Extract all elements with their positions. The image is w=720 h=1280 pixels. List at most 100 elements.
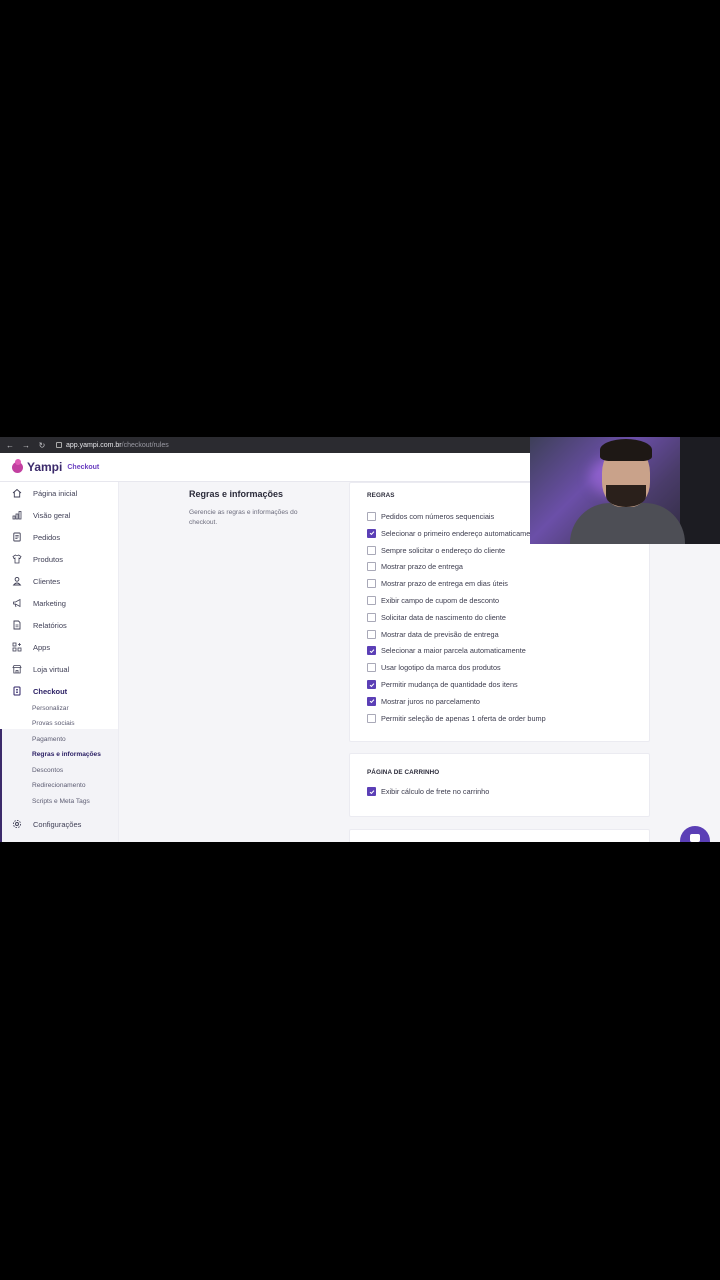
sidebar-item-label: Clientes bbox=[33, 576, 61, 586]
section-description: Gerencie as regras e informações do chec… bbox=[189, 509, 298, 526]
sidebar-item-produtos[interactable]: Produtos bbox=[0, 549, 118, 569]
checkbox-unchecked[interactable] bbox=[367, 629, 376, 639]
rule-checkbox-row[interactable]: Solicitar data de nascimento do cliente bbox=[367, 612, 506, 622]
sidebar-item-label: Checkout bbox=[33, 686, 68, 696]
sidebar: Página inicial Visão geral Pedidos Produ… bbox=[0, 482, 119, 842]
rule-checkbox-row[interactable]: Mostrar prazo de entrega em dias úteis bbox=[367, 579, 508, 589]
sidebar-item-label: Visão geral bbox=[33, 510, 71, 520]
checkbox-label: Mostrar prazo de entrega bbox=[381, 562, 463, 572]
sidebar-item-label: Produtos bbox=[33, 554, 64, 564]
checkbox-label: Pedidos com números sequenciais bbox=[381, 512, 495, 521]
chat-icon bbox=[690, 834, 700, 842]
checkbox-unchecked[interactable] bbox=[367, 545, 376, 555]
checkbox-label: Sempre solicitar o endereço do cliente bbox=[381, 545, 506, 555]
checkbox-checked[interactable] bbox=[367, 528, 376, 538]
sidebar-item-label: Relatórios bbox=[33, 620, 67, 630]
rule-checkbox-row[interactable]: Permitir mudança de quantidade dos itens bbox=[367, 680, 518, 689]
sidebar-item-relatorios[interactable]: Relatórios bbox=[0, 615, 118, 635]
lock-icon bbox=[56, 442, 62, 448]
rule-checkbox-row[interactable]: Mostrar prazo de entrega bbox=[367, 562, 463, 572]
checkbox-label: Mostrar prazo de entrega em dias úteis bbox=[381, 579, 508, 589]
sidebar-item-pedidos[interactable]: Pedidos bbox=[0, 527, 118, 547]
sidebar-item-label: Marketing bbox=[33, 598, 66, 608]
address-bar[interactable]: app.yampi.com.br/checkout/rules bbox=[56, 442, 169, 449]
sidebar-subitem-regras-e-informacoes[interactable]: Regras e informações bbox=[32, 751, 101, 758]
reload-icon[interactable]: ↻ bbox=[38, 441, 46, 450]
shirt-icon bbox=[12, 554, 22, 564]
yampi-logo-icon[interactable] bbox=[12, 458, 23, 473]
sidebar-item-loja-virtual[interactable]: Loja virtual bbox=[0, 659, 118, 679]
sidebar-item-marketing[interactable]: Marketing bbox=[0, 593, 118, 613]
checkbox-checked[interactable] bbox=[367, 646, 376, 656]
checkbox-unchecked[interactable] bbox=[367, 663, 376, 673]
sidebar-subitem-pagamento[interactable]: Pagamento bbox=[32, 736, 66, 743]
checkbox-checked[interactable] bbox=[367, 680, 376, 689]
sidebar-item-clientes[interactable]: Clientes bbox=[0, 571, 118, 591]
sidebar-subitem-descontos[interactable]: Descontos bbox=[32, 767, 63, 774]
report-icon bbox=[12, 620, 22, 630]
webcam-person-hair bbox=[600, 439, 652, 461]
webcam-chair bbox=[680, 437, 720, 544]
rule-checkbox-row[interactable]: Mostrar data de previsão de entrega bbox=[367, 629, 499, 639]
url-path: /checkout/rules bbox=[121, 441, 169, 449]
sidebar-item-visao-geral[interactable]: Visão geral bbox=[0, 505, 118, 525]
bar-chart-icon bbox=[12, 510, 22, 520]
checkbox-checked[interactable] bbox=[367, 787, 376, 796]
gear-icon bbox=[12, 819, 22, 829]
sidebar-item-label: Configurações bbox=[33, 819, 82, 829]
sidebar-item-checkout[interactable]: Checkout bbox=[0, 681, 118, 701]
sidebar-subitem-scripts-e-meta-tags[interactable]: Scripts e Meta Tags bbox=[32, 798, 90, 805]
sidebar-item-label: Loja virtual bbox=[33, 664, 70, 674]
checkbox-label: Mostrar data de previsão de entrega bbox=[381, 629, 499, 639]
next-card bbox=[349, 829, 650, 842]
cart-checkbox-row[interactable]: Exibir cálculo de frete no carrinho bbox=[367, 787, 489, 796]
rule-checkbox-row[interactable]: Exibir campo de cupom de desconto bbox=[367, 596, 499, 605]
cart-page-card: PÁGINA DE CARRINHO Exibir cálculo de fre… bbox=[349, 753, 650, 817]
checkbox-unchecked[interactable] bbox=[367, 713, 376, 723]
product-name: Checkout bbox=[67, 463, 100, 471]
rule-checkbox-row[interactable]: Usar logotipo da marca dos produtos bbox=[367, 663, 501, 673]
sidebar-item-configuracoes[interactable]: Configurações bbox=[0, 814, 118, 834]
checkbox-label: Usar logotipo da marca dos produtos bbox=[381, 663, 501, 673]
checkbox-label: Solicitar data de nascimento do cliente bbox=[381, 612, 506, 622]
checkbox-label: Selecionar a maior parcela automaticamen… bbox=[381, 646, 526, 656]
document-icon bbox=[12, 532, 22, 542]
url-host: app.yampi.com.br bbox=[66, 441, 122, 449]
checkout-icon bbox=[12, 686, 22, 696]
chat-support-button[interactable] bbox=[680, 826, 710, 842]
sidebar-item-apps[interactable]: Apps bbox=[0, 637, 118, 657]
back-icon[interactable]: ← bbox=[6, 441, 14, 450]
rules-card-title: REGRAS bbox=[367, 492, 395, 499]
sidebar-item-label: Página inicial bbox=[33, 488, 78, 498]
screen-frame: ← → ↻ app.yampi.com.br/checkout/rules Ya… bbox=[0, 437, 720, 842]
checkbox-unchecked[interactable] bbox=[367, 579, 376, 589]
sidebar-item-pagina-inicial[interactable]: Página inicial bbox=[0, 483, 118, 503]
store-icon bbox=[12, 664, 22, 674]
checkbox-label: Permitir seleção de apenas 1 oferta de o… bbox=[381, 713, 546, 723]
checkbox-unchecked[interactable] bbox=[367, 512, 376, 521]
rule-checkbox-row[interactable]: Selecionar o primeiro endereço automatic… bbox=[367, 528, 540, 538]
forward-icon[interactable]: → bbox=[22, 441, 30, 450]
sidebar-subitem-personalizar[interactable]: Personalizar bbox=[32, 705, 69, 712]
webcam-person-body bbox=[570, 503, 685, 544]
webcam-person-beard bbox=[606, 485, 646, 507]
home-icon bbox=[12, 488, 22, 498]
rule-checkbox-row[interactable]: Selecionar a maior parcela automaticamen… bbox=[367, 646, 526, 656]
sidebar-subitem-redirecionamento[interactable]: Redirecionamento bbox=[32, 782, 86, 789]
checkbox-checked[interactable] bbox=[367, 696, 376, 706]
sidebar-item-label: Pedidos bbox=[33, 532, 61, 542]
sidebar-subitem-provas-sociais[interactable]: Provas sociais bbox=[32, 720, 75, 727]
brand-name[interactable]: Yampi bbox=[27, 460, 62, 474]
rule-checkbox-row[interactable]: Sempre solicitar o endereço do cliente bbox=[367, 545, 506, 555]
checkbox-unchecked[interactable] bbox=[367, 596, 376, 605]
sidebar-item-label: Apps bbox=[33, 642, 51, 652]
apps-icon bbox=[12, 642, 22, 652]
rule-checkbox-row[interactable]: Pedidos com números sequenciais bbox=[367, 512, 494, 521]
rule-checkbox-row[interactable]: Permitir seleção de apenas 1 oferta de o… bbox=[367, 713, 546, 723]
checkbox-label: Mostrar juros no parcelamento bbox=[381, 696, 480, 706]
checkbox-unchecked[interactable] bbox=[367, 562, 376, 572]
checkbox-unchecked[interactable] bbox=[367, 612, 376, 622]
rule-checkbox-row[interactable]: Mostrar juros no parcelamento bbox=[367, 696, 480, 706]
checkbox-label: Exibir campo de cupom de desconto bbox=[381, 596, 500, 605]
user-icon bbox=[12, 576, 22, 586]
